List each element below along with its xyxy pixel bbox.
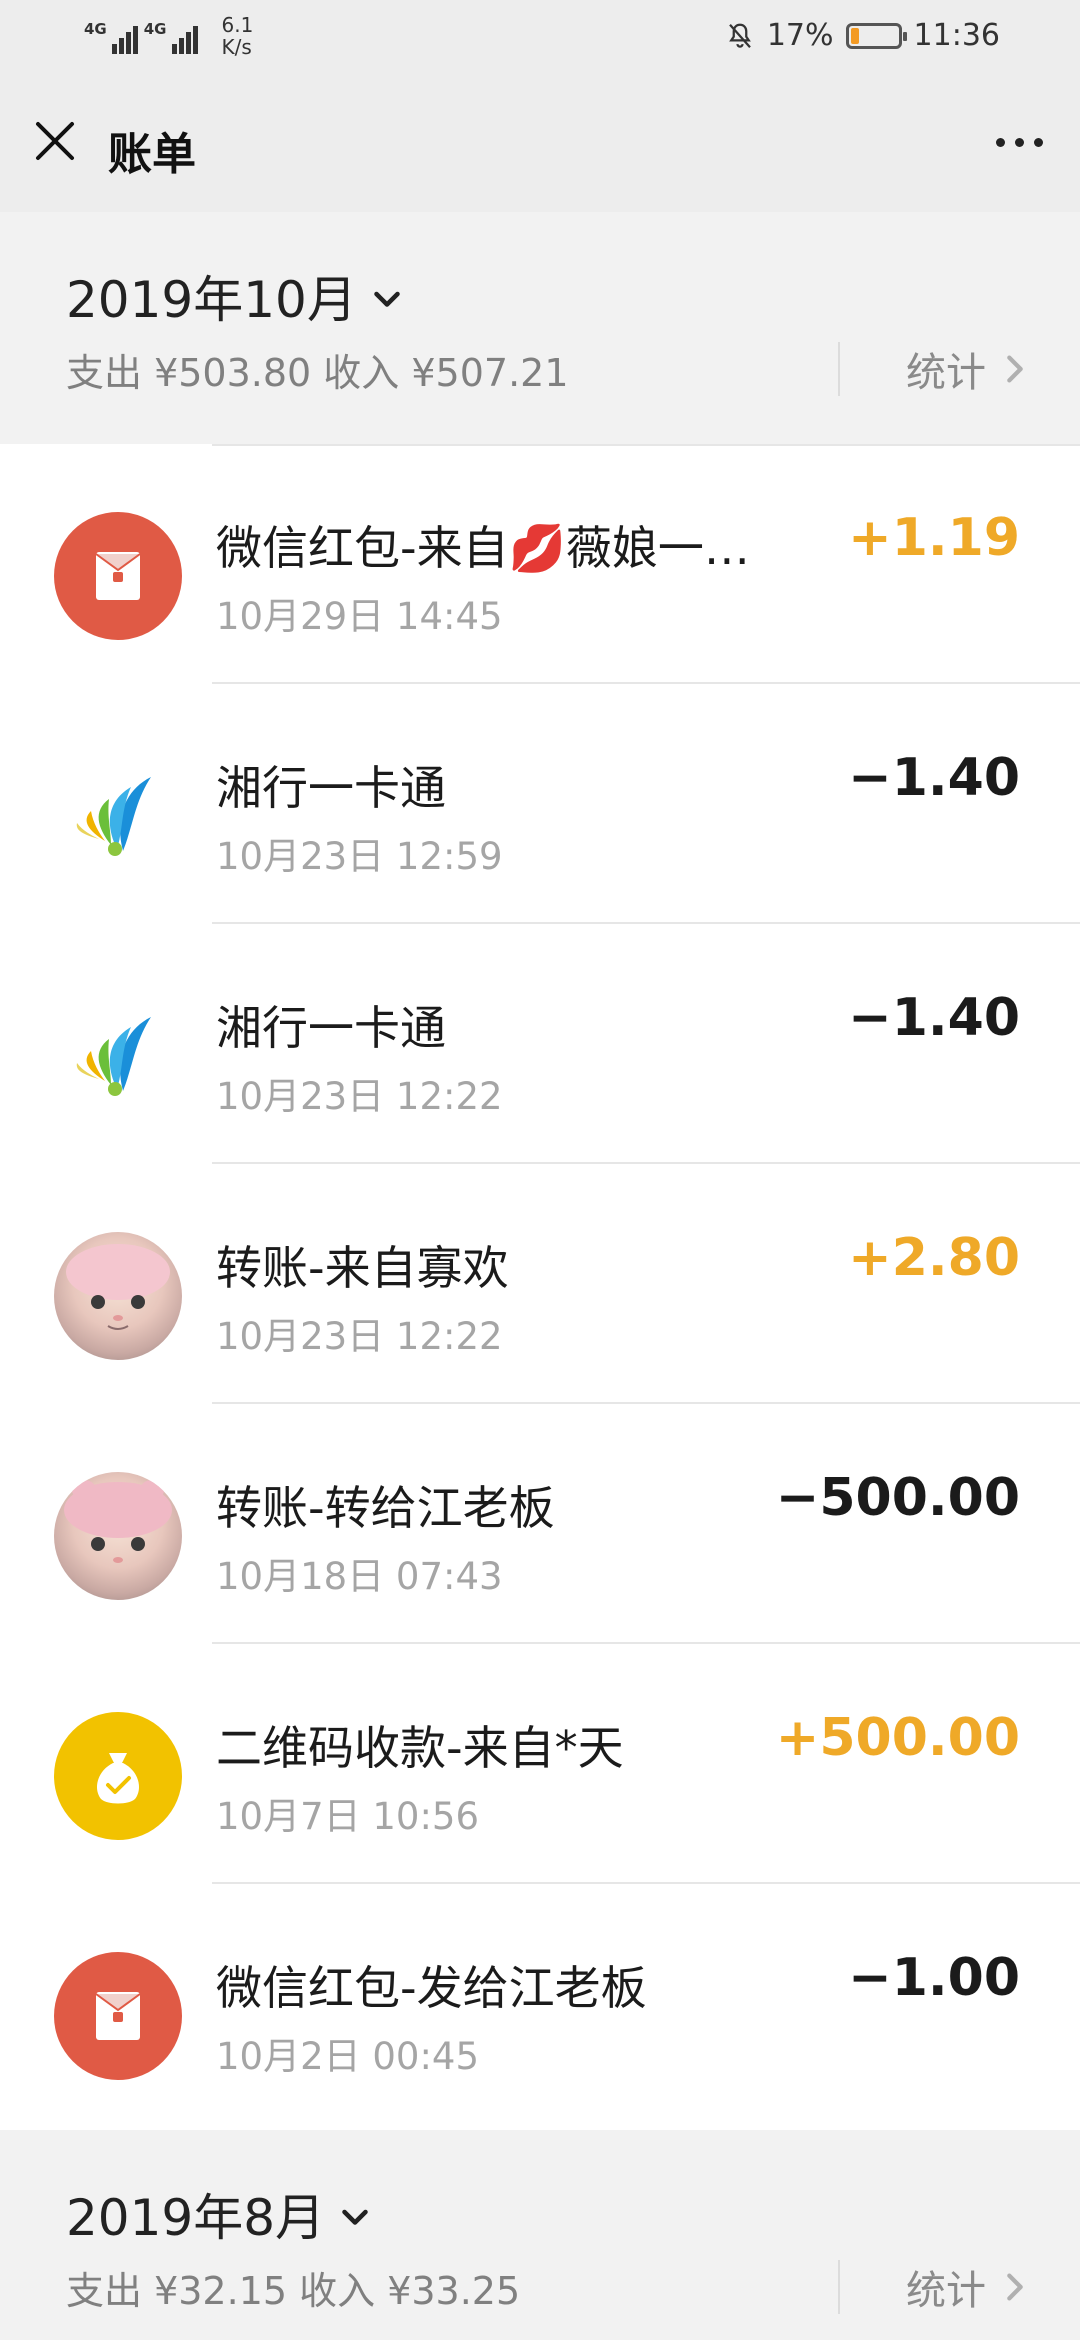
transaction-date: 10月18日 07:43 xyxy=(216,1555,503,1598)
stats-label: 统计 xyxy=(906,350,986,396)
transaction-amount: −1.40 xyxy=(848,988,1020,1048)
month-selector[interactable]: 2019年8月 xyxy=(66,2178,373,2250)
battery-percent: 17% xyxy=(766,18,834,53)
transaction-row[interactable]: 微信红包-发给江老板 10月2日 00:45 −1.00 xyxy=(0,1884,1080,2124)
month-title: 2019年10月 xyxy=(66,271,357,329)
transaction-row[interactable]: 微信红包-来自💋薇娘一… 10月29日 14:45 +1.19 xyxy=(0,444,1080,684)
transaction-row[interactable]: 转账-转给江老板 10月18日 07:43 −500.00 xyxy=(0,1404,1080,1644)
transaction-date: 10月23日 12:22 xyxy=(216,1075,503,1118)
signal-strength-icon: 4G xyxy=(84,14,138,54)
status-left: 4G 4G 6.1 K/s xyxy=(84,14,253,58)
red-packet-icon xyxy=(54,512,182,640)
close-icon xyxy=(36,122,74,160)
transaction-amount: −500.00 xyxy=(775,1468,1020,1528)
transaction-amount: +500.00 xyxy=(775,1708,1020,1768)
network-speed: 6.1 K/s xyxy=(221,13,254,59)
transaction-title: 转账-转给江老板 xyxy=(216,1481,555,1535)
network-type-label: 4G xyxy=(143,20,167,38)
cat-avatar xyxy=(54,1232,182,1360)
red-packet-icon xyxy=(54,1952,182,2080)
month-header-oct: 2019年10月 支出 ¥503.80 收入 ¥507.21 统计 xyxy=(0,212,1080,444)
more-options-button[interactable] xyxy=(986,114,1052,170)
transaction-title: 二维码收款-来自*天 xyxy=(216,1721,624,1775)
transaction-date: 10月23日 12:59 xyxy=(216,835,503,878)
transaction-row[interactable]: 二维码收款-来自*天 10月7日 10:56 +500.00 xyxy=(0,1644,1080,1884)
transaction-row[interactable]: 湘行一卡通 10月23日 12:22 −1.40 xyxy=(0,924,1080,1164)
transaction-title: 湘行一卡通 xyxy=(216,1001,446,1055)
transaction-date: 10月7日 10:56 xyxy=(216,1795,480,1838)
transit-card-logo-icon xyxy=(54,992,182,1120)
chevron-right-icon xyxy=(1007,2273,1023,2301)
stats-button[interactable]: 统计 xyxy=(906,340,1028,398)
transaction-row[interactable]: 转账-来自寡欢 10月23日 12:22 +2.80 xyxy=(0,1164,1080,1404)
status-right: 17% 11:36 xyxy=(725,18,1000,53)
battery-level xyxy=(850,27,859,44)
divider xyxy=(838,2260,840,2314)
transaction-date: 10月2日 00:45 xyxy=(216,2035,480,2078)
status-bar: 4G 4G 6.1 K/s 17% 11:36 xyxy=(0,0,1080,80)
close-button[interactable] xyxy=(24,110,86,172)
transaction-amount: +1.19 xyxy=(848,508,1020,568)
signal-strength-icon: 4G xyxy=(144,14,198,54)
transaction-title: 转账-来自寡欢 xyxy=(216,1241,509,1295)
money-bag-icon xyxy=(54,1712,182,1840)
month-summary: 支出 ¥503.80 收入 ¥507.21 xyxy=(66,351,569,395)
transaction-title: 湘行一卡通 xyxy=(216,761,446,815)
transaction-row[interactable]: 湘行一卡通 10月23日 12:59 −1.40 xyxy=(0,684,1080,924)
transit-card-logo-icon xyxy=(54,752,182,880)
month-summary: 支出 ¥32.15 收入 ¥33.25 xyxy=(66,2269,521,2313)
network-type-label: 4G xyxy=(84,20,107,38)
clock: 11:36 xyxy=(913,18,1000,53)
transaction-date: 10月29日 14:45 xyxy=(216,595,503,638)
chevron-down-icon xyxy=(342,2209,368,2225)
transaction-amount: +2.80 xyxy=(848,1228,1020,1288)
page-title: 账单 xyxy=(108,129,196,180)
transaction-title: 微信红包-发给江老板 xyxy=(216,1961,647,2015)
chevron-down-icon xyxy=(374,291,400,307)
month-title: 2019年8月 xyxy=(66,2189,326,2247)
chevron-right-icon xyxy=(1007,355,1023,383)
top-app-bar: 账单 xyxy=(0,80,1080,212)
month-selector[interactable]: 2019年10月 xyxy=(66,260,405,332)
bell-muted-icon xyxy=(728,23,751,48)
cat-avatar xyxy=(54,1472,182,1600)
more-dot-icon xyxy=(1014,137,1024,147)
stats-button[interactable]: 统计 xyxy=(906,2258,1028,2316)
transaction-date: 10月23日 12:22 xyxy=(216,1315,503,1358)
transaction-amount: −1.00 xyxy=(848,1948,1020,2008)
more-dot-icon xyxy=(1033,137,1043,147)
stats-label: 统计 xyxy=(906,2268,986,2314)
transaction-title: 微信红包-来自💋薇娘一… xyxy=(216,521,750,575)
more-dot-icon xyxy=(995,137,1005,147)
divider xyxy=(838,342,840,396)
month-header-aug: 2019年8月 支出 ¥32.15 收入 ¥33.25 统计 xyxy=(0,2130,1080,2340)
battery-icon xyxy=(845,22,907,49)
transaction-amount: −1.40 xyxy=(848,748,1020,808)
